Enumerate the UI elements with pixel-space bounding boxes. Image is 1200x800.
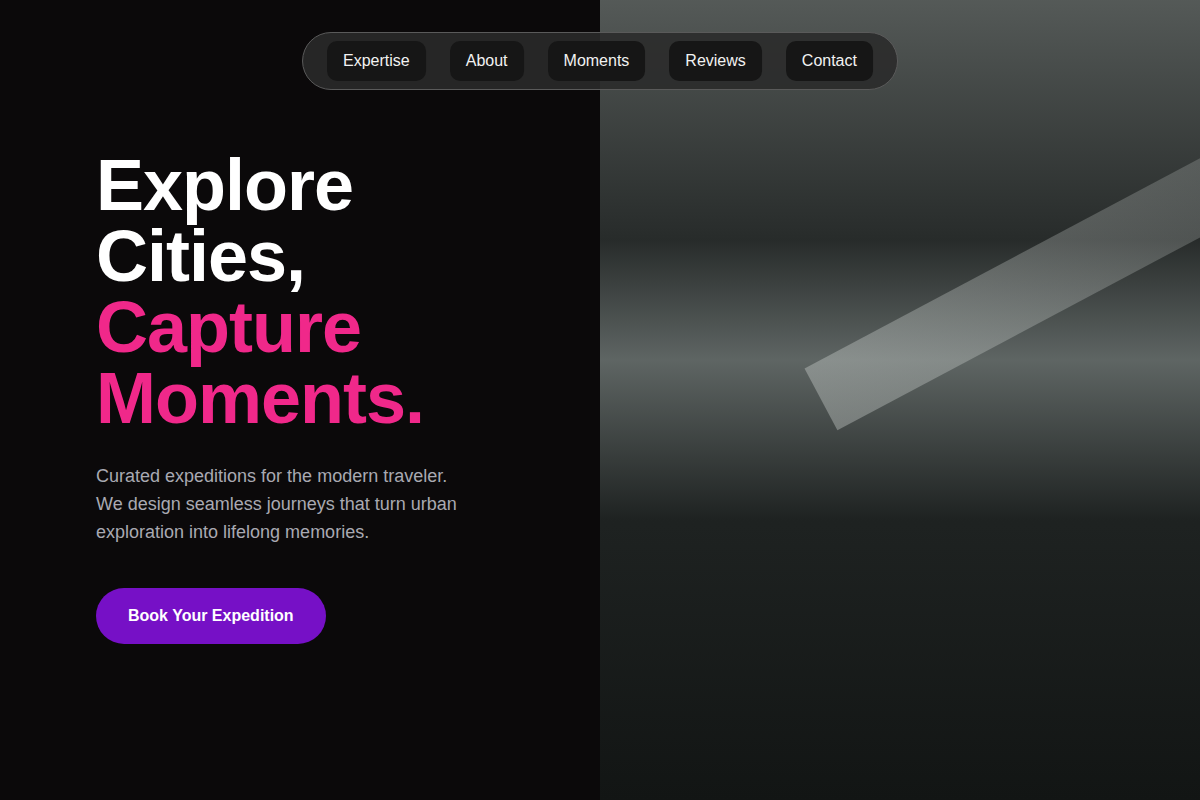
headline-line: Cities, bbox=[96, 221, 424, 292]
nav-item[interactable]: Moments bbox=[548, 41, 646, 81]
hero-description: Curated expeditions for the modern trave… bbox=[96, 462, 457, 546]
hero-photo bbox=[600, 0, 1200, 800]
nav-item[interactable]: About bbox=[450, 41, 524, 81]
description-line: Curated expeditions for the modern trave… bbox=[96, 462, 457, 490]
landing-page: Expertise About Moments Reviews Contact Explo… bbox=[0, 0, 1200, 800]
headline-line: Capture bbox=[96, 292, 424, 363]
book-button[interactable]: Book Your Expedition bbox=[96, 588, 326, 644]
hero-panel: ExploreCities,CaptureMoments. Curated exp… bbox=[0, 0, 600, 800]
nav-bar: Expertise About Moments Reviews Contact bbox=[302, 32, 898, 90]
nav-item[interactable]: Expertise bbox=[327, 41, 426, 81]
nav-item[interactable]: Reviews bbox=[669, 41, 761, 81]
photo-highlight bbox=[805, 40, 1200, 430]
nav-item[interactable]: Contact bbox=[786, 41, 873, 81]
description-line: exploration into lifelong memories. bbox=[96, 518, 457, 546]
hero-headline: ExploreCities,CaptureMoments. bbox=[96, 150, 424, 434]
headline-line: Moments. bbox=[96, 363, 424, 434]
description-line: We design seamless journeys that turn ur… bbox=[96, 490, 457, 518]
headline-line: Explore bbox=[96, 150, 424, 221]
